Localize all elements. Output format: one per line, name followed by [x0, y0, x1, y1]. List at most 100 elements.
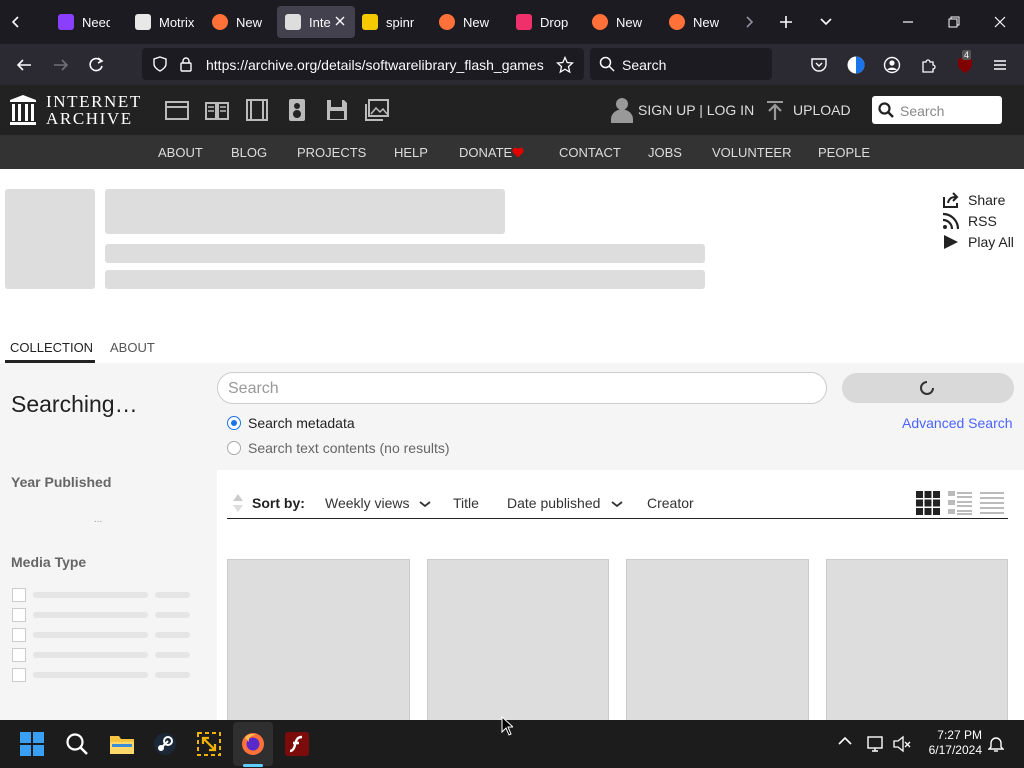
- file-explorer-icon[interactable]: [109, 732, 134, 756]
- url-bar[interactable]: https://archive.org/details/softwarelibr…: [142, 48, 584, 80]
- browser-tab[interactable]: New T: [212, 6, 264, 38]
- nav-help[interactable]: HELP: [394, 145, 428, 160]
- system-clock[interactable]: 7:27 PM 6/17/2024: [922, 728, 982, 758]
- minimize-window-icon[interactable]: [898, 12, 918, 32]
- nav-volunteer[interactable]: VOLUNTEER: [712, 145, 791, 160]
- play-icon: [942, 233, 960, 251]
- url-text[interactable]: https://archive.org/details/softwarelibr…: [206, 57, 544, 73]
- grid-view-icon[interactable]: [916, 491, 940, 515]
- facet-checkbox[interactable]: [12, 668, 26, 682]
- rss-link[interactable]: RSS: [942, 211, 1014, 231]
- images-picture-icon[interactable]: [365, 98, 389, 122]
- texts-book-icon[interactable]: [205, 98, 229, 122]
- tab-about[interactable]: ABOUT: [110, 340, 155, 355]
- nav-blog[interactable]: BLOG: [231, 145, 267, 160]
- advanced-search-link[interactable]: Advanced Search: [902, 415, 1013, 431]
- firefox-taskbar-icon[interactable]: [241, 732, 265, 756]
- steam-icon[interactable]: [153, 732, 177, 756]
- sort-title[interactable]: Title: [453, 495, 479, 511]
- chevron-down-icon[interactable]: [611, 500, 623, 508]
- sign-up-login-link[interactable]: SIGN UP | LOG IN: [638, 102, 754, 118]
- restore-window-icon[interactable]: [944, 12, 964, 32]
- extensions-puzzle-icon[interactable]: [918, 54, 940, 76]
- facet-checkbox[interactable]: [12, 648, 26, 662]
- facet-year-published-heading[interactable]: Year Published: [11, 474, 111, 490]
- sort-direction-icon[interactable]: [231, 493, 245, 513]
- share-link[interactable]: Share: [942, 190, 1014, 210]
- browser-tab[interactable]: Inte: [277, 6, 355, 38]
- ia-logo-wordmark[interactable]: INTERNET ARCHIVE: [46, 93, 142, 127]
- new-tab-icon[interactable]: [776, 12, 796, 32]
- sort-date-published[interactable]: Date published: [507, 495, 600, 511]
- dark-reader-extension-icon[interactable]: [845, 54, 867, 76]
- facet-media-type-heading[interactable]: Media Type: [11, 554, 86, 570]
- ublock-origin-icon[interactable]: 4: [954, 50, 976, 76]
- tab-scroll-right-icon[interactable]: [739, 12, 759, 32]
- nav-jobs[interactable]: JOBS: [648, 145, 682, 160]
- facet-count-placeholder: [155, 672, 190, 678]
- flash-player-icon[interactable]: [285, 732, 309, 756]
- notification-bell-icon[interactable]: [988, 735, 1004, 753]
- radio-search-metadata[interactable]: [227, 416, 241, 430]
- radio-search-text[interactable]: [227, 441, 241, 455]
- user-avatar-icon[interactable]: [611, 97, 633, 123]
- radio-selected-dot: [231, 420, 237, 426]
- tab-scroll-left-icon[interactable]: [6, 12, 26, 32]
- nav-people[interactable]: PEOPLE: [818, 145, 870, 160]
- list-compact-view-icon[interactable]: [980, 491, 1004, 515]
- browser-tab[interactable]: New T: [592, 6, 644, 38]
- ia-logo-icon[interactable]: [9, 94, 37, 126]
- software-floppy-icon[interactable]: [325, 98, 349, 122]
- show-hidden-icons-chevron-icon[interactable]: [838, 736, 852, 746]
- shield-icon[interactable]: [152, 56, 168, 72]
- chevron-down-icon[interactable]: [419, 500, 431, 508]
- back-button[interactable]: [13, 54, 35, 76]
- browser-tab[interactable]: Dropl: [516, 6, 568, 38]
- search-submit-button[interactable]: [842, 373, 1014, 403]
- audio-speaker-icon[interactable]: [285, 98, 309, 122]
- browser-tab-label: New T: [236, 14, 264, 30]
- facet-checkbox[interactable]: [12, 588, 26, 602]
- pocket-icon[interactable]: [808, 54, 830, 76]
- resize-tool-icon[interactable]: [197, 732, 221, 756]
- facet-checkbox[interactable]: [12, 628, 26, 642]
- browser-search-field[interactable]: Search: [590, 48, 772, 80]
- browser-tab[interactable]: New T: [669, 6, 721, 38]
- lock-icon[interactable]: [178, 56, 194, 72]
- close-tab-icon[interactable]: [333, 14, 347, 28]
- windows-start-icon[interactable]: [20, 732, 44, 756]
- volume-muted-icon[interactable]: [893, 735, 911, 753]
- browser-tab[interactable]: New T: [439, 6, 491, 38]
- list-detail-view-icon[interactable]: [948, 491, 972, 515]
- account-icon[interactable]: [881, 54, 903, 76]
- ia-search-input[interactable]: Search: [872, 96, 1002, 124]
- network-icon[interactable]: [866, 735, 886, 753]
- facet-checkbox[interactable]: [12, 608, 26, 622]
- list-all-tabs-icon[interactable]: [816, 12, 836, 32]
- browser-tab-label: Inte: [309, 14, 331, 30]
- browser-tab[interactable]: Need: [58, 6, 110, 38]
- upload-link[interactable]: UPLOAD: [793, 102, 851, 118]
- taskbar-search-icon[interactable]: [65, 732, 89, 756]
- bookmark-star-icon[interactable]: [554, 54, 576, 76]
- nav-about[interactable]: ABOUT: [158, 145, 203, 160]
- play-all-link[interactable]: Play All: [942, 232, 1014, 252]
- video-film-icon[interactable]: [245, 98, 269, 122]
- sort-creator[interactable]: Creator: [647, 495, 694, 511]
- radio-search-text-label[interactable]: Search text contents (no results): [248, 440, 450, 456]
- upload-arrow-icon[interactable]: [766, 100, 784, 120]
- collection-search-input[interactable]: Search: [217, 372, 827, 404]
- nav-donate[interactable]: DONATE: [459, 145, 512, 160]
- reload-button[interactable]: [85, 54, 107, 76]
- browser-tab[interactable]: spinn: [362, 6, 414, 38]
- forward-button[interactable]: [50, 54, 72, 76]
- nav-projects[interactable]: PROJECTS: [297, 145, 366, 160]
- nav-contact[interactable]: CONTACT: [559, 145, 621, 160]
- sort-weekly-views[interactable]: Weekly views: [325, 495, 410, 511]
- app-menu-hamburger-icon[interactable]: [989, 54, 1011, 76]
- web-archive-icon[interactable]: [165, 98, 189, 122]
- browser-tab[interactable]: Motrix: [135, 6, 197, 38]
- radio-search-metadata-label[interactable]: Search metadata: [248, 415, 355, 431]
- close-window-icon[interactable]: [990, 12, 1010, 32]
- tab-collection[interactable]: COLLECTION: [10, 340, 93, 355]
